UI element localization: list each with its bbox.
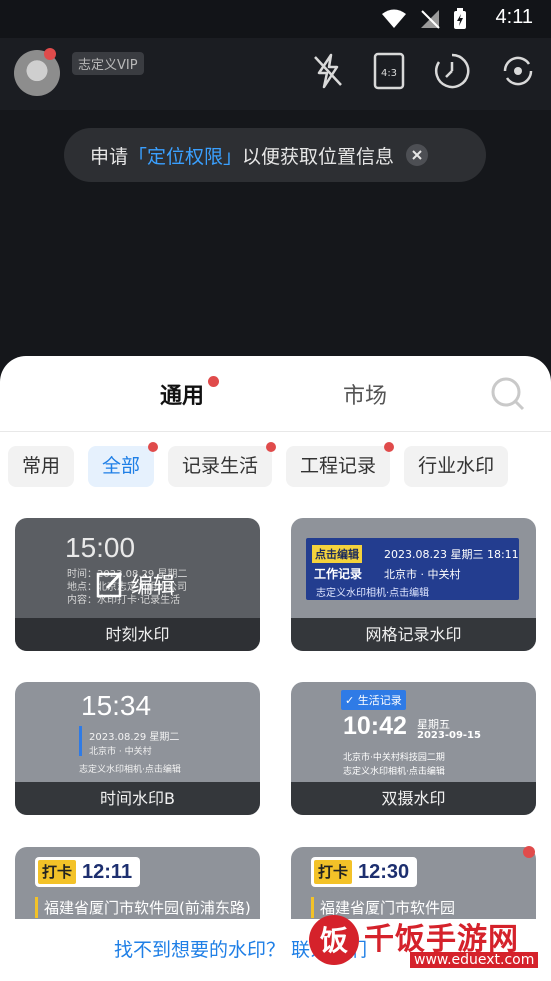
camera-toolbar: 志定义VIP 4:3 xyxy=(0,38,551,110)
toast-suffix: 以便获取位置信息 xyxy=(242,145,395,168)
chip-dot xyxy=(266,442,277,452)
search-icon xyxy=(491,377,525,411)
status-bar: 4:11 xyxy=(0,0,551,38)
chip-industry-watermark[interactable]: 行业水印 xyxy=(404,446,509,487)
preview-footer: 志定义水印相机·点击编辑 xyxy=(343,767,445,777)
preview-time: 15:34 xyxy=(81,690,152,721)
tab-market[interactable]: 市场 xyxy=(343,378,387,410)
edit-label: 编辑 xyxy=(131,574,176,599)
toast-close-button[interactable] xyxy=(406,144,429,166)
chip-label: 工程记录 xyxy=(300,455,377,477)
chip-dot xyxy=(148,442,159,452)
preview-tag: 点击编辑 xyxy=(312,545,362,563)
aspect-label: 4:3 xyxy=(381,68,397,79)
preview-footer: 志定义水印相机·点击编辑 xyxy=(79,765,181,775)
chip-label: 行业水印 xyxy=(418,455,495,477)
location-permission-toast[interactable]: 申请 「定位权限」 以便获取位置信息 xyxy=(64,128,486,182)
preview-place: 北京市 · 中关村 xyxy=(89,747,152,757)
preview-time: 15:00 xyxy=(65,532,136,563)
preview-time: 12:30 xyxy=(358,860,410,883)
chip-dot xyxy=(384,442,395,452)
chip-engineering-record[interactable]: 工程记录 xyxy=(286,442,395,487)
preview-tag: ✓ 生活记录 xyxy=(341,690,406,710)
panel-tabs: 通用 市场 xyxy=(0,356,551,432)
grid-watermark-preview: 点击编辑 工作记录 2023.08.23 星期三 18:11 北京市 · 中关村… xyxy=(306,538,519,600)
camera-viewfinder[interactable]: 申请 「定位权限」 以便获取位置信息 xyxy=(0,110,551,370)
chip-common[interactable]: 常用 xyxy=(8,446,75,487)
status-icons xyxy=(381,8,467,30)
watermark-card-dual-camera[interactable]: ✓ 生活记录 10:42 星期五 2023-09-15 北京市·中关村科技园二期… xyxy=(291,682,536,815)
status-time: 4:11 xyxy=(495,6,533,28)
tab-general-dot xyxy=(208,376,219,387)
edit-icon xyxy=(96,571,123,598)
chip-life-record[interactable]: 记录生活 xyxy=(168,442,277,487)
chip-label: 常用 xyxy=(22,455,61,477)
cant-find-watermark-link[interactable]: 找不到想要的水印？ 联系我们 xyxy=(0,919,551,981)
edit-button[interactable]: 编辑 xyxy=(95,568,175,600)
watermark-panel: 通用 市场 常用 全部 记录生活 工程记录 行业水印 15:00 时间：2023… xyxy=(0,356,551,981)
flash-off-icon[interactable] xyxy=(311,53,345,89)
no-signal-icon xyxy=(421,10,440,29)
preview-address: 北京市·中关村科技园二期 xyxy=(343,753,445,763)
vip-badge[interactable]: 志定义VIP xyxy=(72,52,144,75)
card-new-dot xyxy=(523,846,535,858)
tab-general[interactable]: 通用 xyxy=(160,378,204,410)
battery-charging-icon xyxy=(454,8,466,29)
location-permission-link[interactable]: 「定位权限」 xyxy=(128,142,242,169)
search-button[interactable] xyxy=(490,376,526,416)
clock-in-tag: 打卡 xyxy=(314,860,353,884)
preview-date: 2023.08.29 星期二 xyxy=(89,732,180,743)
watermark-card-moment[interactable]: 15:00 时间：2023.08.29 星期二 地点：北京志定义相机公司 内容：… xyxy=(15,518,260,651)
preview-time: 12:11 xyxy=(82,860,133,883)
toast-prefix: 申请 xyxy=(90,145,129,168)
timer-icon[interactable] xyxy=(433,52,471,90)
chip-label: 记录生活 xyxy=(182,455,259,477)
preview-address: 福建省厦门市软件园(前浦东路) xyxy=(35,897,251,918)
close-icon xyxy=(412,150,422,160)
preview-place: 北京市 · 中关村 xyxy=(384,568,461,581)
accent-bar xyxy=(79,726,82,756)
card-title: 双摄水印 xyxy=(291,782,536,815)
switch-camera-icon[interactable] xyxy=(499,52,537,90)
preview-footer: 志定义水印相机·点击编辑 xyxy=(316,588,430,599)
clock-in-tag: 打卡 xyxy=(38,860,77,884)
wifi-icon xyxy=(382,9,406,28)
chip-all[interactable]: 全部 xyxy=(88,442,159,487)
camera-icons: 4:3 xyxy=(311,52,537,90)
clock-in-badge: 打卡 12:11 xyxy=(35,857,141,887)
category-chips: 常用 全部 记录生活 工程记录 行业水印 xyxy=(8,442,509,487)
preview-time: 10:42 xyxy=(343,712,407,740)
card-title: 网格记录水印 xyxy=(291,618,536,651)
watermark-card-time-b[interactable]: 15:34 2023.08.29 星期二 北京市 · 中关村 志定义水印相机·点… xyxy=(15,682,260,815)
preview-tag: 工作记录 xyxy=(314,567,363,581)
preview-address: 福建省厦门市软件园 xyxy=(311,897,455,918)
preview-date: 2023-09-15 xyxy=(417,730,481,741)
card-title: 时刻水印 xyxy=(15,618,260,651)
watermark-card-grid-record[interactable]: 点击编辑 工作记录 2023.08.23 星期三 18:11 北京市 · 中关村… xyxy=(291,518,536,651)
chip-label: 全部 xyxy=(102,455,141,477)
preview-date: 2023.08.23 星期三 18:11 xyxy=(384,548,519,561)
aspect-ratio-icon[interactable]: 4:3 xyxy=(373,52,405,90)
clock-in-badge: 打卡 12:30 xyxy=(311,857,418,887)
notification-dot xyxy=(44,48,56,60)
card-title: 时间水印B xyxy=(15,782,260,815)
